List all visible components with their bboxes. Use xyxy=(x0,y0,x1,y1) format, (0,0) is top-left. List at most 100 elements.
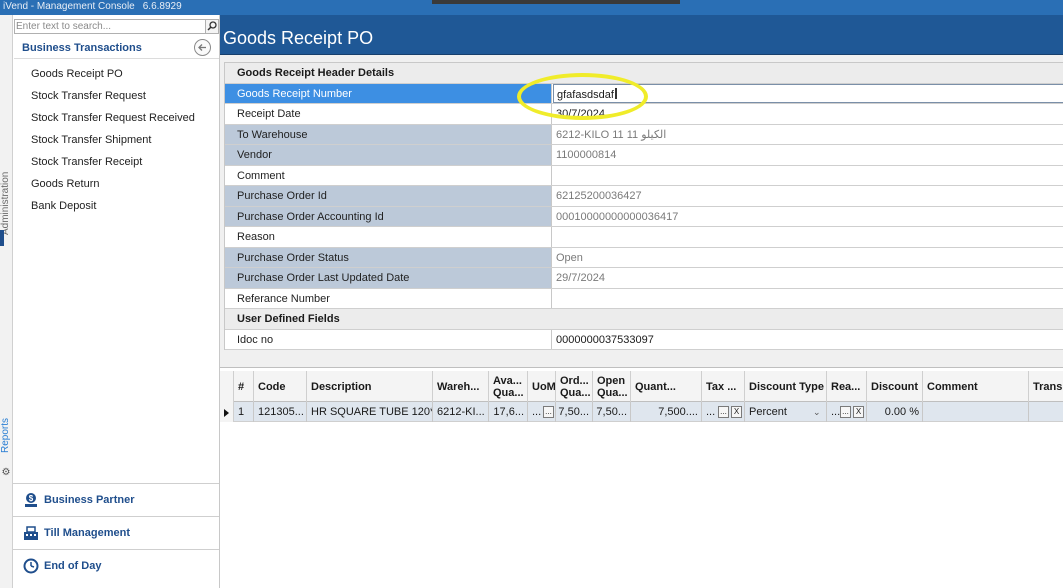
window-title-bar: iVend - Management Console 6.6.8929 xyxy=(0,0,1063,15)
vendor-value[interactable]: 1100000814 xyxy=(553,145,1063,165)
column-header-description[interactable]: Description xyxy=(307,371,433,402)
column-header-ordered-qty[interactable]: Ord... Qua... xyxy=(556,371,593,402)
till-management-icon xyxy=(23,525,39,541)
field-purchase-order-accounting-id[interactable]: Purchase Order Accounting Id 00010000000… xyxy=(225,206,1063,227)
uom-lookup-button[interactable]: ... xyxy=(543,406,554,418)
cell-comment[interactable] xyxy=(923,402,1029,422)
comment-field[interactable] xyxy=(553,165,1063,185)
field-label[interactable]: Purchase Order Status xyxy=(225,247,552,267)
sidebar-item-stock-transfer-shipment[interactable]: Stock Transfer Shipment xyxy=(13,129,219,151)
to-warehouse-value[interactable]: 6212-KILO 11 11 الكيلو xyxy=(553,125,1063,145)
reports-tab[interactable]: Reports xyxy=(0,393,12,453)
field-label[interactable]: Comment xyxy=(225,165,552,185)
cell-code[interactable]: 121305... xyxy=(254,402,307,422)
cell-value: ... xyxy=(706,406,716,418)
cell-open-qty[interactable]: 7,50... xyxy=(593,402,631,422)
tax-clear-button[interactable]: X xyxy=(731,406,742,418)
purchase-order-last-updated-date-value[interactable]: 29/7/2024 xyxy=(553,268,1063,288)
purchase-order-accounting-id-value[interactable]: 00010000000000036417 xyxy=(553,207,1063,227)
field-to-warehouse[interactable]: To Warehouse 6212-KILO 11 11 الكيلو xyxy=(225,124,1063,145)
sidebar-item-stock-transfer-request[interactable]: Stock Transfer Request xyxy=(13,85,219,107)
sidebar-item-bank-deposit[interactable]: Bank Deposit xyxy=(13,195,219,217)
cell-ordered-qty[interactable]: 7,50... xyxy=(556,402,593,422)
column-header-code[interactable]: Code xyxy=(254,371,307,402)
field-idoc-no[interactable]: Idoc no 0000000037533097 xyxy=(225,329,1063,350)
column-header-trans[interactable]: Trans xyxy=(1029,371,1063,402)
sidebar-item-goods-return[interactable]: Goods Return xyxy=(13,173,219,195)
title-bar-strip xyxy=(432,0,680,4)
cell-available-qty[interactable]: 17,6... xyxy=(489,402,528,422)
field-comment[interactable]: Comment xyxy=(225,165,1063,186)
field-label[interactable]: Referance Number xyxy=(225,288,552,308)
nav-end-of-day[interactable]: End of Day xyxy=(13,549,219,582)
chevron-down-icon[interactable]: ⌄ xyxy=(813,402,821,422)
table-row[interactable]: 1 121305... HR SQUARE TUBE 120*... 6212-… xyxy=(234,402,1063,422)
sidebar-item-stock-transfer-request-received[interactable]: Stock Transfer Request Received xyxy=(13,107,219,129)
field-receipt-date[interactable]: Receipt Date 30/7/2024 xyxy=(225,104,1063,125)
column-header-uom[interactable]: UoM xyxy=(528,371,556,402)
sidebar-item-goods-receipt-po[interactable]: Goods Receipt PO xyxy=(13,63,219,85)
cell-discount[interactable]: 0.00 % xyxy=(867,402,923,422)
field-label[interactable]: Purchase Order Last Updated Date xyxy=(225,268,552,288)
cell-value: ... xyxy=(532,406,542,418)
field-vendor[interactable]: Vendor 1100000814 xyxy=(225,145,1063,166)
field-purchase-order-status[interactable]: Purchase Order Status Open xyxy=(225,247,1063,268)
module-strip: Administration Reports ⚙ xyxy=(0,15,13,588)
module-nav: $ Business Partner Till Management End o… xyxy=(13,483,219,582)
column-header-reason[interactable]: Rea... xyxy=(827,371,867,402)
search-icon[interactable] xyxy=(205,20,218,33)
field-label[interactable]: Receipt Date xyxy=(225,104,552,124)
back-arrow-icon[interactable] xyxy=(194,39,211,56)
administration-tab[interactable]: Administration xyxy=(0,165,12,235)
cell-uom[interactable]: ... ... xyxy=(528,402,556,422)
field-referance-number[interactable]: Referance Number xyxy=(225,288,1063,309)
column-header-number[interactable]: # xyxy=(234,371,254,402)
cell-warehouse[interactable]: 6212-KI... xyxy=(433,402,489,422)
column-header-warehouse[interactable]: Wareh... xyxy=(433,371,489,402)
field-purchase-order-last-updated-date[interactable]: Purchase Order Last Updated Date 29/7/20… xyxy=(225,268,1063,289)
window-title: iVend - Management Console 6.6.8929 xyxy=(3,1,182,12)
field-label[interactable]: Purchase Order Accounting Id xyxy=(225,206,552,226)
column-header-open-qty[interactable]: Open Qua... xyxy=(593,371,631,402)
field-label[interactable]: Idoc no xyxy=(225,329,552,349)
nav-business-partner[interactable]: $ Business Partner xyxy=(13,483,219,516)
cell-trans[interactable] xyxy=(1029,402,1063,422)
column-header-available-qty[interactable]: Ava... Qua... xyxy=(489,371,528,402)
search-input[interactable] xyxy=(16,20,202,33)
field-label[interactable]: Reason xyxy=(225,227,552,247)
purchase-order-status-value[interactable]: Open xyxy=(553,248,1063,268)
reason-lookup-button[interactable]: ... xyxy=(840,406,851,418)
gear-icon[interactable]: ⚙ xyxy=(0,467,12,478)
section-header-details[interactable]: Goods Receipt Header Details xyxy=(225,63,1063,84)
column-header-discount[interactable]: Discount xyxy=(867,371,923,402)
field-reason[interactable]: Reason xyxy=(225,227,1063,248)
nav-till-management[interactable]: Till Management xyxy=(13,516,219,549)
column-header-tax[interactable]: Tax ... xyxy=(702,371,745,402)
discount-type-select[interactable]: Percent ⌄ xyxy=(745,402,827,422)
section-user-defined-fields[interactable]: User Defined Fields xyxy=(225,309,1063,330)
cell-number[interactable]: 1 xyxy=(234,402,254,422)
grid-header: # Code Description Wareh... Ava... Qua..… xyxy=(234,371,1063,402)
field-label[interactable]: Purchase Order Id xyxy=(225,186,552,206)
cell-value: ... xyxy=(831,406,841,418)
section-title: User Defined Fields xyxy=(237,313,340,325)
cell-tax[interactable]: ... ... X xyxy=(702,402,745,422)
cell-reason[interactable]: ... ... X xyxy=(827,402,867,422)
field-label[interactable]: Goods Receipt Number xyxy=(225,83,552,103)
reason-field[interactable] xyxy=(553,227,1063,247)
highlight-annotation xyxy=(517,73,648,120)
column-header-comment[interactable]: Comment xyxy=(923,371,1029,402)
sidebar-item-stock-transfer-receipt[interactable]: Stock Transfer Receipt xyxy=(13,151,219,173)
idoc-no-field[interactable]: 0000000037533097 xyxy=(553,329,1063,349)
cell-description[interactable]: HR SQUARE TUBE 120*... xyxy=(307,402,433,422)
cell-quantity[interactable]: 7,500.... xyxy=(631,402,702,422)
referance-number-field[interactable] xyxy=(553,288,1063,308)
tax-lookup-button[interactable]: ... xyxy=(718,406,729,418)
field-purchase-order-id[interactable]: Purchase Order Id 62125200036427 xyxy=(225,186,1063,207)
reason-clear-button[interactable]: X xyxy=(853,406,864,418)
purchase-order-id-value[interactable]: 62125200036427 xyxy=(553,186,1063,206)
field-label[interactable]: Vendor xyxy=(225,145,552,165)
column-header-discount-type[interactable]: Discount Type xyxy=(745,371,827,402)
field-label[interactable]: To Warehouse xyxy=(225,124,552,144)
column-header-quantity[interactable]: Quant... xyxy=(631,371,702,402)
